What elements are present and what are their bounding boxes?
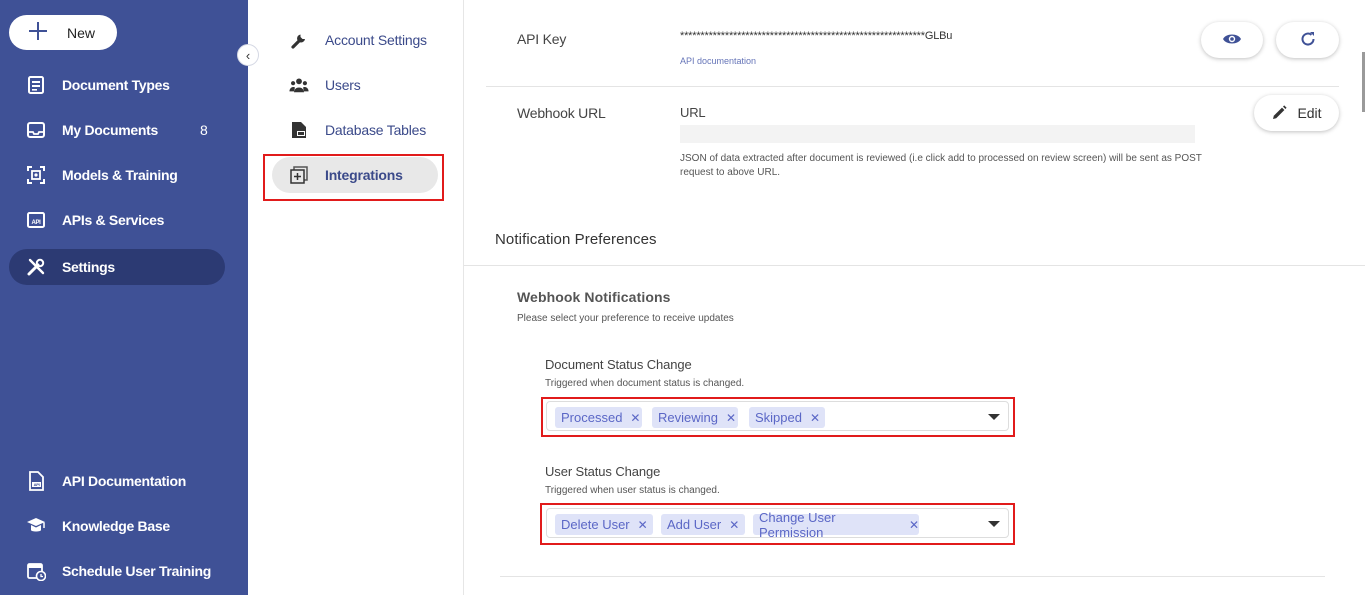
sidebar-item-document-types[interactable]: Document Types bbox=[9, 67, 225, 103]
settings-nav-account-settings[interactable]: Account Settings bbox=[272, 22, 438, 58]
models-icon bbox=[26, 165, 46, 185]
settings-nav-label: Users bbox=[325, 77, 361, 93]
settings-nav-label: Account Settings bbox=[325, 32, 427, 48]
new-button[interactable]: New bbox=[9, 15, 117, 50]
tools-icon bbox=[26, 257, 46, 277]
sidebar-item-label: Knowledge Base bbox=[62, 518, 170, 534]
api-key-label: API Key bbox=[517, 31, 567, 47]
divider bbox=[486, 86, 1339, 87]
refresh-icon bbox=[1300, 31, 1316, 50]
sidebar-item-label: Models & Training bbox=[62, 167, 178, 183]
wrench-icon bbox=[289, 30, 309, 50]
svg-text:API: API bbox=[34, 482, 40, 487]
edit-button-label: Edit bbox=[1297, 105, 1322, 121]
webhook-url-label: Webhook URL bbox=[517, 105, 606, 121]
settings-nav-users[interactable]: Users bbox=[272, 67, 438, 103]
plus-icon bbox=[28, 21, 48, 41]
eye-icon bbox=[1222, 32, 1242, 49]
url-field-label: URL bbox=[680, 105, 706, 120]
sidebar-item-knowledge-base[interactable]: Knowledge Base bbox=[9, 508, 225, 544]
settings-nav-label: Database Tables bbox=[325, 122, 427, 138]
user-status-hint: Triggered when user status is changed. bbox=[545, 485, 720, 496]
sidebar-item-api-documentation[interactable]: API API Documentation bbox=[9, 463, 225, 499]
divider bbox=[464, 265, 1365, 266]
sidebar-item-models-training[interactable]: Models & Training bbox=[9, 157, 225, 193]
edit-webhook-button[interactable]: Edit bbox=[1254, 95, 1339, 131]
settings-nav-database-tables[interactable]: Database Tables bbox=[272, 112, 438, 148]
sidebar-item-schedule-training[interactable]: Schedule User Training bbox=[9, 553, 225, 589]
graduation-cap-icon bbox=[26, 516, 46, 536]
document-types-icon bbox=[26, 75, 46, 95]
api-documentation-link[interactable]: API documentation bbox=[680, 56, 756, 66]
sidebar-item-label: API Documentation bbox=[62, 473, 187, 489]
document-status-highlight-box bbox=[541, 397, 1015, 437]
regenerate-api-key-button[interactable] bbox=[1276, 22, 1339, 58]
sidebar-item-label: Settings bbox=[62, 259, 115, 275]
sidebar: New Document Types My Documents 8 Models… bbox=[0, 0, 248, 595]
divider bbox=[500, 576, 1325, 577]
sidebar-item-label: Schedule User Training bbox=[62, 563, 211, 579]
sidebar-item-my-documents[interactable]: My Documents 8 bbox=[9, 112, 225, 148]
database-table-icon bbox=[289, 120, 309, 140]
document-count-badge: 8 bbox=[200, 122, 208, 138]
sidebar-item-apis-services[interactable]: API APIs & Services bbox=[9, 202, 225, 238]
svg-text:API: API bbox=[31, 220, 41, 226]
webhook-notifications-title: Webhook Notifications bbox=[517, 289, 671, 305]
notification-preferences-title: Notification Preferences bbox=[495, 231, 657, 248]
integrations-highlight-box bbox=[263, 154, 444, 201]
integrations-panel: API Key ********************************… bbox=[464, 0, 1365, 595]
settings-nav: Account Settings Users Database Tables I… bbox=[248, 0, 464, 595]
pencil-icon bbox=[1271, 105, 1288, 121]
calendar-clock-icon bbox=[26, 561, 46, 581]
users-icon bbox=[289, 75, 309, 95]
chevron-left-icon: ‹ bbox=[245, 47, 251, 63]
sidebar-item-settings[interactable]: Settings bbox=[9, 249, 225, 285]
inbox-icon bbox=[26, 120, 46, 140]
webhook-url-input[interactable] bbox=[680, 125, 1195, 143]
user-status-label: User Status Change bbox=[545, 464, 661, 479]
api-doc-icon: API bbox=[26, 471, 46, 491]
api-key-value: ****************************************… bbox=[680, 30, 953, 42]
new-button-label: New bbox=[67, 25, 96, 41]
user-status-highlight-box bbox=[540, 503, 1015, 545]
collapse-sidebar-button[interactable]: ‹ bbox=[237, 44, 259, 66]
webhook-hint: JSON of data extracted after document is… bbox=[680, 153, 1202, 178]
sidebar-item-label: Document Types bbox=[62, 77, 170, 93]
sidebar-item-label: My Documents bbox=[62, 122, 158, 138]
document-status-hint: Triggered when document status is change… bbox=[545, 378, 745, 389]
webhook-notifications-subtitle: Please select your preference to receive… bbox=[517, 313, 734, 324]
document-status-label: Document Status Change bbox=[545, 357, 692, 372]
show-api-key-button[interactable] bbox=[1201, 22, 1263, 58]
api-icon: API bbox=[26, 210, 46, 230]
sidebar-item-label: APIs & Services bbox=[62, 212, 165, 228]
